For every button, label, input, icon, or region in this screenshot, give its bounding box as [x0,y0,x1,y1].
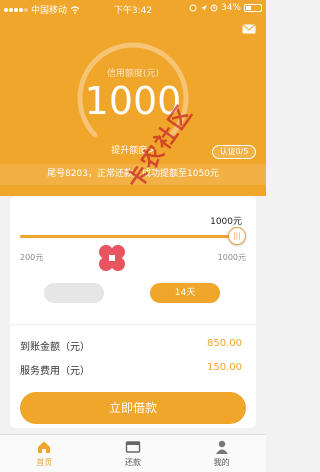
tab-label: 首页 [36,458,53,467]
status-bar: 中国移动 下午3:42 34% [0,0,266,18]
user-icon [215,440,228,454]
clock-icon [210,4,218,12]
divider [10,324,256,325]
tab-bar: 首页 还款 我的 [0,434,266,472]
amount-slider-track[interactable] [20,235,242,238]
battery-icon [244,4,262,12]
auth-badge[interactable]: 认证0/5 [212,145,256,159]
received-amount-label: 到账金额（元） [20,342,90,353]
credit-value: 1000 [84,79,182,123]
received-amount-value: 850.00 [207,338,242,349]
tab-mine[interactable]: 我的 [177,435,266,472]
borrow-now-button[interactable]: 立即借款 [20,392,246,424]
tab-label: 我的 [213,458,230,467]
service-fee-value: 150.00 [207,362,242,373]
message-icon[interactable] [242,24,256,34]
service-fee-label: 服务费用（元） [20,366,90,377]
tab-label: 还款 [125,458,141,467]
loan-card: 1000元 ||| 200元 1000元 14天 到账金额（元） 850.00 … [10,196,256,428]
term-option[interactable] [44,283,104,303]
credit-label: 信用额度(元) [106,69,160,79]
term-option-selected[interactable]: 14天 [150,283,220,303]
alarm-icon [189,4,197,12]
wallet-icon [125,441,141,453]
tab-repay[interactable]: 还款 [89,435,178,472]
slider-min-label: 200元 [20,253,44,262]
slider-max-label: 1000元 [217,253,246,262]
location-icon [200,5,207,11]
amount-slider-thumb[interactable]: ||| [228,227,246,245]
home-icon [38,441,51,453]
slider-current-value: 1000元 [210,217,242,227]
tab-home[interactable]: 首页 [0,435,89,472]
battery-percent: 34% [220,3,241,13]
